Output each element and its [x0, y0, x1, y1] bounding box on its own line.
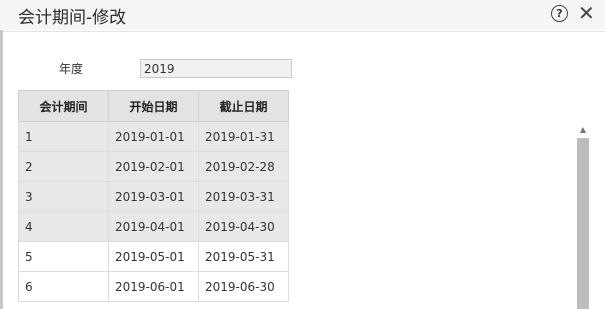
- period-cell[interactable]: 5: [18, 241, 109, 272]
- scroll-up-arrow-icon[interactable]: ▲: [577, 124, 589, 136]
- period-cell[interactable]: 1: [18, 121, 109, 152]
- table-header-row: 会计期间 开始日期 截止日期: [18, 90, 289, 122]
- year-field[interactable]: [140, 59, 292, 78]
- vertical-scrollbar-thumb[interactable]: [577, 138, 589, 309]
- end-date-cell[interactable]: 2019-06-30: [198, 271, 289, 302]
- period-cell[interactable]: 3: [18, 181, 109, 212]
- start-date-cell[interactable]: 2019-02-01: [108, 151, 199, 182]
- period-table: 会计期间 开始日期 截止日期 1 2019-01-01 2019-01-31 2…: [18, 90, 289, 302]
- column-header-period[interactable]: 会计期间: [18, 90, 109, 122]
- start-date-cell[interactable]: 2019-03-01: [108, 181, 199, 212]
- table-row[interactable]: 6 2019-06-01 2019-06-30: [18, 271, 289, 302]
- period-cell[interactable]: 2: [18, 151, 109, 182]
- title-divider: [0, 31, 605, 32]
- table-row[interactable]: 3 2019-03-01 2019-03-31: [18, 181, 289, 212]
- column-header-end-date[interactable]: 截止日期: [198, 90, 289, 122]
- end-date-cell[interactable]: 2019-04-30: [198, 211, 289, 242]
- dialog-title: 会计期间-修改: [18, 8, 127, 28]
- start-date-cell[interactable]: 2019-04-01: [108, 211, 199, 242]
- dialog-left-border: [0, 30, 3, 309]
- end-date-cell[interactable]: 2019-03-31: [198, 181, 289, 212]
- end-date-cell[interactable]: 2019-05-31: [198, 241, 289, 272]
- year-label: 年度: [59, 62, 84, 76]
- end-date-cell[interactable]: 2019-01-31: [198, 121, 289, 152]
- table-row[interactable]: 4 2019-04-01 2019-04-30: [18, 211, 289, 242]
- close-icon[interactable]: ✕: [578, 1, 595, 25]
- start-date-cell[interactable]: 2019-06-01: [108, 271, 199, 302]
- start-date-cell[interactable]: 2019-01-01: [108, 121, 199, 152]
- table-row[interactable]: 1 2019-01-01 2019-01-31: [18, 121, 289, 152]
- table-row[interactable]: 5 2019-05-01 2019-05-31: [18, 241, 289, 272]
- help-icon[interactable]: ?: [551, 5, 568, 22]
- end-date-cell[interactable]: 2019-02-28: [198, 151, 289, 182]
- start-date-cell[interactable]: 2019-05-01: [108, 241, 199, 272]
- dialog-titlebar: 会计期间-修改 ? ✕: [0, 0, 605, 30]
- table-row[interactable]: 2 2019-02-01 2019-02-28: [18, 151, 289, 182]
- period-cell[interactable]: 4: [18, 211, 109, 242]
- column-header-start-date[interactable]: 开始日期: [108, 90, 199, 122]
- period-cell[interactable]: 6: [18, 271, 109, 302]
